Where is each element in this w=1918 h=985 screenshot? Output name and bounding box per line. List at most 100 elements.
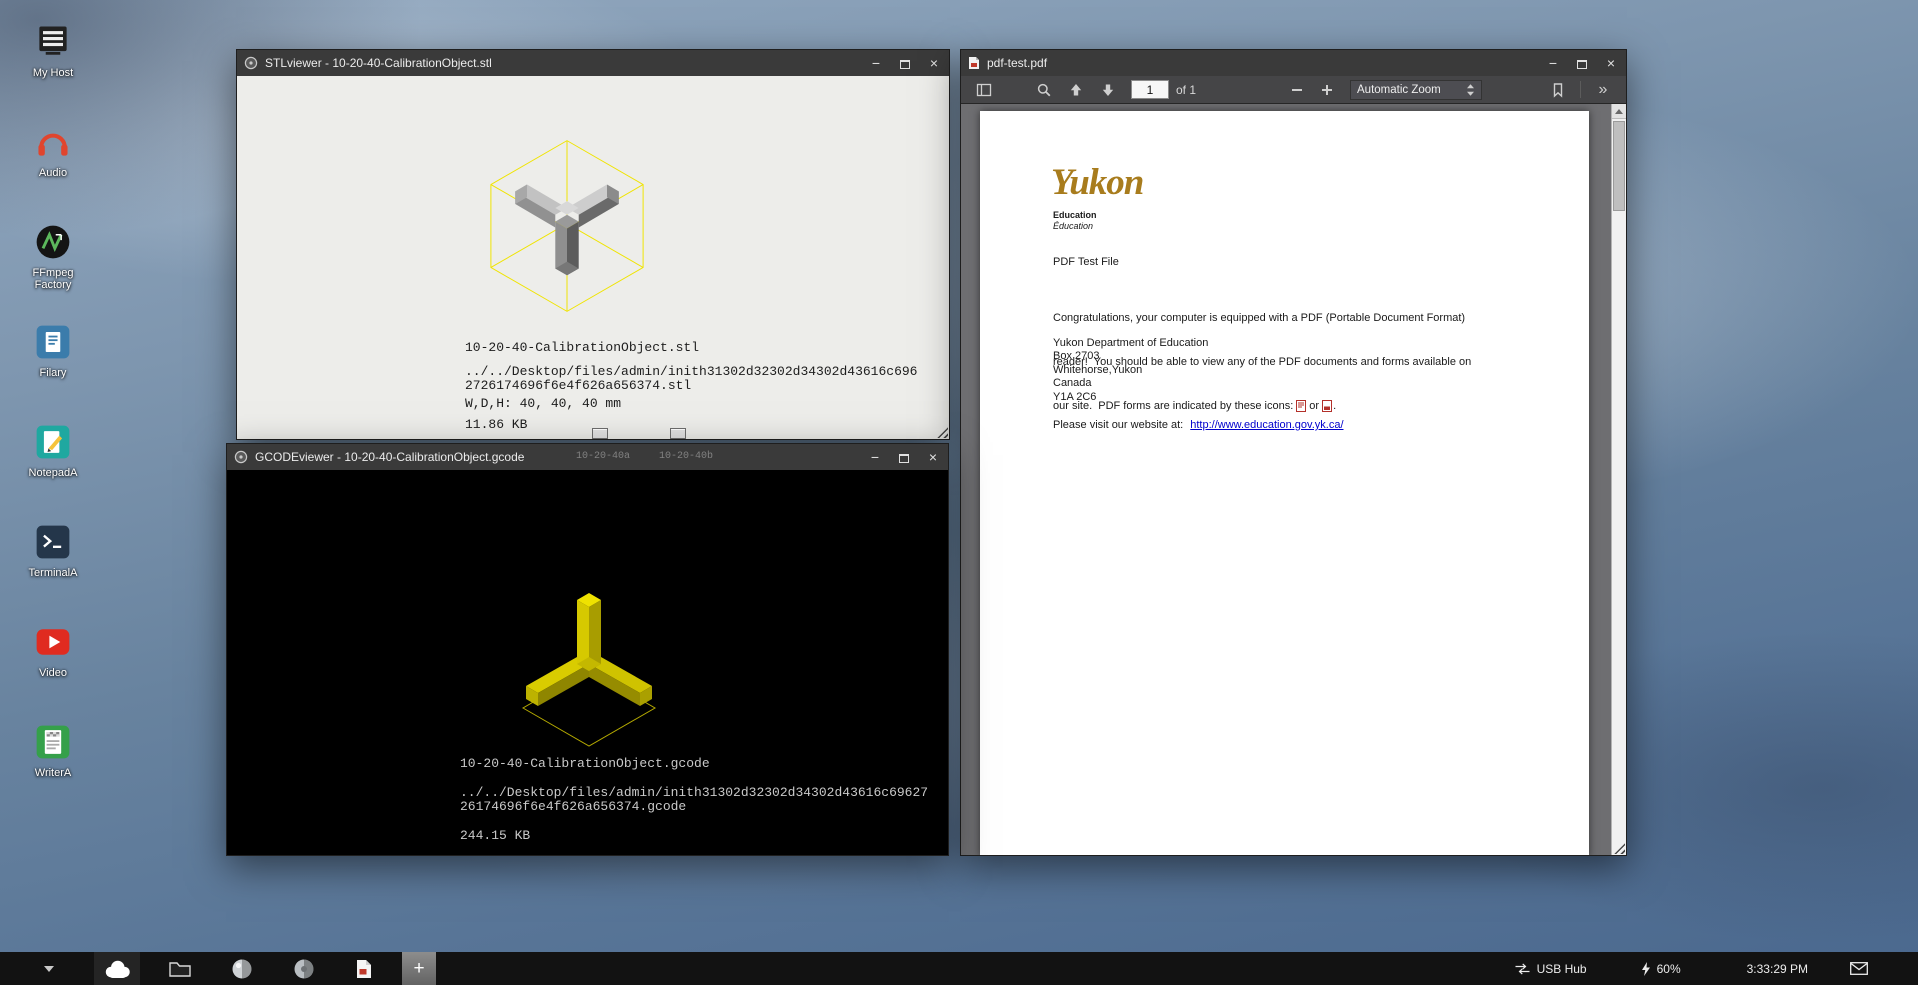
gcode-filename: 10-20-40-CalibrationObject.gcode — [460, 757, 928, 771]
minimize-button[interactable]: − — [867, 448, 883, 466]
scroll-up-icon — [1615, 109, 1623, 114]
pdf-form-icon — [1322, 400, 1332, 412]
previous-page-button[interactable] — [1063, 78, 1089, 102]
desktop-icon-filary[interactable]: Filary — [14, 316, 92, 416]
battery-item[interactable]: 60% — [1641, 962, 1681, 976]
usb-hub-item[interactable]: USB Hub — [1514, 962, 1587, 976]
scroll-up-button[interactable] — [1612, 104, 1626, 119]
taskbar-pdf-button[interactable] — [344, 952, 384, 985]
computer-icon — [33, 22, 73, 62]
address-line: Whitehorse,Yukon — [1053, 364, 1208, 377]
doc-heading: PDF Test File — [1053, 256, 1119, 268]
desktop-icon-writera[interactable]: WriterA — [14, 716, 92, 816]
menu-caret-icon[interactable] — [44, 966, 54, 972]
page-number-input[interactable] — [1131, 80, 1169, 99]
next-page-button[interactable] — [1095, 78, 1121, 102]
desktop-icon-terminala[interactable]: TerminalA — [14, 516, 92, 616]
desktop-icon-notepada[interactable]: NotepadA — [14, 416, 92, 516]
stlviewer-app-icon — [244, 56, 258, 70]
mail-icon[interactable] — [1850, 962, 1868, 975]
vertical-scrollbar[interactable] — [1611, 104, 1626, 855]
zoom-select-value: Automatic Zoom — [1357, 84, 1441, 96]
maximize-icon — [1577, 60, 1587, 69]
artifact-widget-1[interactable] — [592, 428, 608, 439]
maximize-button[interactable] — [1574, 54, 1590, 72]
more-tools-button[interactable]: » — [1590, 78, 1616, 102]
pdf-doc-icon — [1296, 400, 1306, 412]
address-line: Box 2703 — [1053, 350, 1208, 363]
sidebar-toggle-button[interactable] — [971, 78, 997, 102]
gcode-titlebar[interactable]: GCODEviewer - 10-20-40-CalibrationObject… — [227, 444, 948, 470]
maximize-button[interactable] — [897, 54, 913, 72]
gcode-info-block: 10-20-40-CalibrationObject.gcode ../../D… — [460, 757, 928, 843]
stl-3d-viewport[interactable]: 10-20-40-CalibrationObject.stl ../../Des… — [237, 76, 949, 439]
website-line: Please visit our website at: http://www.e… — [1053, 419, 1344, 431]
yukon-logo: Yukon — [1051, 161, 1143, 204]
pdf-page: Yukon Education Éducation PDF Test File … — [980, 111, 1589, 855]
desktop-icon-label: Filary — [40, 367, 67, 379]
close-button[interactable]: × — [1603, 54, 1619, 72]
gcode-3d-viewport[interactable]: 10-20-40-CalibrationObject.gcode ../../D… — [227, 470, 948, 855]
pdf-content-area[interactable]: Yukon Education Éducation PDF Test File … — [961, 104, 1626, 855]
headphones-icon — [33, 122, 73, 162]
desktop-icon-label: WriterA — [35, 767, 71, 779]
desktop-icon-ffmpeg-factory[interactable]: FFmpeg Factory — [14, 216, 92, 316]
pdf-viewer-window: pdf-test.pdf − × — [960, 49, 1627, 856]
usb-icon — [1514, 963, 1531, 975]
pdf-window-title: pdf-test.pdf — [987, 56, 1047, 70]
pdf-file-icon — [968, 56, 980, 70]
stl-dimensions: W,D,H: 40, 40, 40 mm — [465, 397, 917, 411]
search-icon — [1036, 82, 1052, 98]
usb-hub-label: USB Hub — [1537, 962, 1587, 976]
bookmark-button[interactable] — [1545, 78, 1571, 102]
maximize-button[interactable] — [896, 448, 912, 466]
desktop-icon-label: TerminalA — [29, 567, 78, 579]
zoom-in-button[interactable] — [1314, 78, 1340, 102]
gcodeviewer-taskbar-icon — [293, 958, 315, 980]
add-app-button[interactable]: + — [402, 952, 436, 985]
ghost-text-b: 10-20-40b — [659, 451, 713, 462]
desktop-icon-audio[interactable]: Audio — [14, 116, 92, 216]
resize-grip[interactable] — [933, 423, 948, 438]
page-count-label: of 1 — [1176, 83, 1196, 97]
plus-icon — [1319, 82, 1335, 98]
stl-info-block: 10-20-40-CalibrationObject.stl ../../Des… — [465, 341, 917, 432]
search-button[interactable] — [1031, 78, 1057, 102]
website-label: Please visit our website at: — [1053, 419, 1183, 431]
spinner-arrows-icon — [1466, 83, 1475, 97]
file-manager-button[interactable] — [160, 952, 200, 985]
desktop-icon-my-host[interactable]: My Host — [14, 16, 92, 116]
close-button[interactable]: × — [925, 448, 941, 466]
close-button[interactable]: × — [926, 54, 942, 72]
desktop-icon-label: My Host — [33, 67, 73, 79]
minimize-button[interactable]: − — [1545, 54, 1561, 72]
pdf-titlebar[interactable]: pdf-test.pdf − × — [961, 50, 1626, 76]
para-line1: Congratulations, your computer is equipp… — [1053, 311, 1465, 326]
address-block: Yukon Department of Education Box 2703 W… — [1053, 337, 1208, 404]
stl-titlebar[interactable]: STLviewer - 10-20-40-CalibrationObject.s… — [237, 50, 949, 76]
video-player-icon — [33, 622, 73, 662]
scrollbar-thumb[interactable] — [1613, 121, 1625, 211]
window-controls: − × — [867, 448, 941, 466]
address-line: Yukon Department of Education — [1053, 337, 1208, 350]
minus-icon — [1289, 82, 1305, 98]
taskbar-stlviewer-button[interactable] — [222, 952, 262, 985]
minimize-button[interactable]: − — [868, 54, 884, 72]
stlviewer-window: STLviewer - 10-20-40-CalibrationObject.s… — [236, 49, 950, 440]
stl-file-size: 11.86 KB — [465, 418, 917, 432]
cloud-button[interactable] — [94, 952, 140, 985]
address-line: Canada — [1053, 377, 1208, 390]
arrow-down-icon — [1100, 82, 1116, 98]
artifact-widget-2[interactable] — [670, 428, 686, 439]
taskbar-gcodeviewer-button[interactable] — [284, 952, 324, 985]
desktop-icon-label: Video — [39, 667, 67, 679]
yukon-logo-education-fr: Éducation — [1053, 221, 1093, 231]
desktop-icon-label: NotepadA — [29, 467, 78, 479]
gcode-path-line1: ../../Desktop/files/admin/inith31302d323… — [460, 786, 928, 800]
zoom-select[interactable]: Automatic Zoom — [1350, 80, 1482, 100]
desktop-icon-video[interactable]: Video — [14, 616, 92, 716]
system-tray: USB Hub 60% 3:33:29 PM — [1514, 952, 1918, 985]
website-link[interactable]: http://www.education.gov.yk.ca/ — [1190, 419, 1343, 431]
stl-path-line1: ../../Desktop/files/admin/inith31302d323… — [465, 365, 917, 379]
zoom-out-button[interactable] — [1284, 78, 1310, 102]
